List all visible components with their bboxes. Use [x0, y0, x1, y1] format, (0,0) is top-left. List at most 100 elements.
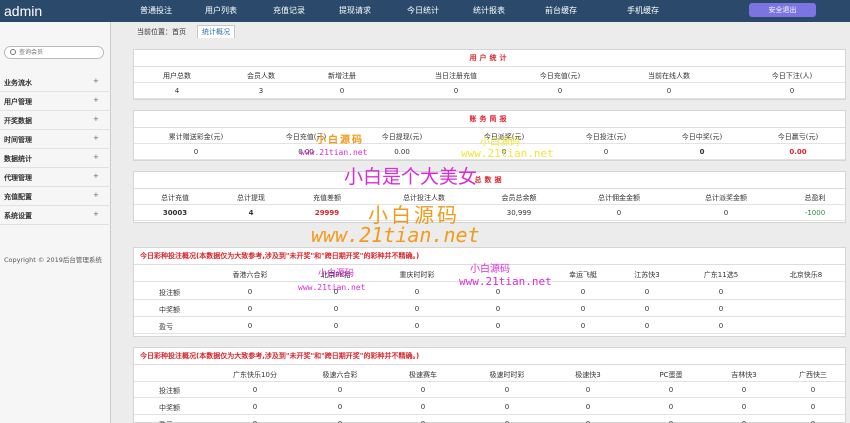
sidebar-item-label: 数据统计 — [4, 155, 32, 163]
table-cell: 0 — [580, 288, 586, 296]
table-cell: 0 — [247, 305, 253, 313]
column-header: 江苏快3 — [634, 271, 660, 279]
sidebar: 业务流水 + 用户管理 + 开奖数据 + 时间管理 + 数据统计 + 代理管理 … — [0, 22, 111, 423]
table-cell: 0 — [414, 305, 420, 313]
table-row: 4 3 0 0 0 0 0 — [134, 85, 845, 99]
sidebar-item-system-settings[interactable]: 系统设置 + — [0, 206, 111, 225]
column-header: 累计赠送彩金(元) — [168, 133, 224, 141]
nav-item-recharge[interactable]: 充值记录 — [273, 5, 305, 16]
table-row: 盈亏 0 0 0 0 0 0 0 — [134, 320, 845, 334]
plus-icon: + — [93, 134, 99, 142]
table-cell: -1000 — [804, 209, 826, 217]
column-header: 广东11选5 — [703, 271, 739, 279]
column-header: 总计充值 — [161, 194, 189, 202]
column-header: 极速快3 — [575, 371, 601, 379]
sidebar-item-transactions[interactable]: 业务流水 + — [0, 73, 111, 92]
plus-icon: + — [93, 210, 99, 218]
table-cell: 0 — [644, 322, 650, 330]
plus-icon: + — [93, 77, 99, 85]
table-cell: 0 — [810, 386, 816, 394]
search-input[interactable] — [19, 48, 99, 57]
table-cell: 0.00 — [789, 148, 807, 156]
table-cell: 0 — [699, 148, 705, 156]
table-cell: 0 — [585, 403, 591, 411]
nav-item-front-cache[interactable]: 前台缓存 — [545, 5, 577, 16]
panel-title: 今日彩种投注概况(本数据仅为大致参考,涉及到"未开奖"和"跨日期开奖"的彩种并不… — [134, 348, 845, 365]
column-header: 今日提现(元) — [381, 133, 423, 141]
table-cell: 0 — [603, 148, 609, 156]
table-row: 0 0.00 0.00 0 0 0 0.00 — [134, 146, 845, 160]
column-header: 今日充值(元) — [539, 72, 581, 80]
table-cell: 4 — [174, 87, 180, 95]
column-header: 用户总数 — [163, 72, 191, 80]
table-cell: 30,999 — [506, 209, 532, 217]
row-label: 中奖额 — [159, 306, 180, 314]
table-row: 投注额 0 0 0 0 0 0 0 — [134, 286, 845, 300]
column-header: 幸运飞艇 — [569, 271, 597, 279]
column-header: 新增注册 — [328, 72, 356, 80]
tab-stats-overview[interactable]: 统计概况 — [197, 25, 235, 38]
table-cell: 0 — [580, 305, 586, 313]
table-cell: 0 — [718, 305, 724, 313]
table-cell: 0 — [557, 87, 563, 95]
panel-title: 今日彩种投注概况(本数据仅为大致参考,涉及到"未开奖"和"跨日期开奖"的彩种并不… — [134, 248, 845, 265]
sidebar-item-recharge-config[interactable]: 充值配置 + — [0, 187, 111, 206]
nav-item-mobile-cache[interactable]: 手机缓存 — [627, 5, 659, 16]
nav-item-bet[interactable]: 普通投注 — [140, 5, 172, 16]
table-cell: 0 — [580, 322, 586, 330]
table-cell: 0 — [718, 288, 724, 296]
column-header: 吉林快3 — [731, 371, 757, 379]
table-cell: 0 — [723, 209, 729, 217]
table-cell: 0 — [644, 305, 650, 313]
column-header: 今日投注(元) — [585, 133, 627, 141]
table-cell: 0 — [337, 386, 343, 394]
totals-panel: 总数据 总计充值 总计提现 充值差额 总计投注人数 会员总余额 总计佣金金额 总… — [133, 171, 846, 223]
table-row: 中奖额 0 0 0 0 0 0 0 — [134, 303, 845, 317]
table-cell: 0 — [414, 322, 420, 330]
table-cell: 0 — [644, 288, 650, 296]
lottery-overview-panel-2: 今日彩种投注概况(本数据仅为大致参考,涉及到"未开奖"和"跨日期开奖"的彩种并不… — [133, 347, 846, 423]
table-cell: 0 — [666, 87, 672, 95]
watermark-text: www.21tian.net — [311, 223, 480, 247]
table-cell: 0.00 — [298, 148, 314, 156]
table-cell: 0 — [718, 322, 724, 330]
column-header: 总计投注人数 — [403, 194, 445, 202]
logout-button[interactable]: 安全退出 — [749, 3, 816, 17]
search-icon[interactable] — [10, 49, 16, 55]
panel-title: 账务简报 — [134, 111, 845, 128]
nav-item-reports[interactable]: 统计报表 — [473, 5, 505, 16]
nav-item-users[interactable]: 用户列表 — [205, 5, 237, 16]
sidebar-item-time-mgmt[interactable]: 时间管理 + — [0, 130, 111, 149]
table-cell: 0 — [337, 403, 343, 411]
panel-title: 总数据 — [134, 172, 845, 189]
sidebar-item-label: 时间管理 — [4, 136, 32, 144]
finance-summary-panel: 账务简报 累计赠送彩金(元) 今日充值(元) 今日提现(元) 今日派奖(元) 今… — [133, 110, 846, 161]
nav-item-withdraw[interactable]: 提现请求 — [339, 5, 371, 16]
table-cell: 0 — [741, 386, 747, 394]
table-header-row: 总计充值 总计提现 充值差额 总计投注人数 会员总余额 总计佣金金额 总计派奖金… — [134, 191, 845, 205]
sidebar-item-data-stats[interactable]: 数据统计 + — [0, 149, 111, 168]
column-header: 香港六合彩 — [232, 271, 268, 279]
column-header: 总计提现 — [237, 194, 265, 202]
top-nav-bar: admin 普通投注 用户列表 充值记录 提现请求 今日统计 统计报表 前台缓存… — [0, 0, 850, 22]
user-stats-panel: 用户统计 用户总数 会员人数 新增注册 当日注册充值 今日充值(元) 当前在线人… — [133, 49, 846, 100]
plus-icon: + — [93, 96, 99, 104]
sidebar-item-label: 充值配置 — [4, 193, 32, 201]
column-header: 会员总余额 — [501, 194, 537, 202]
nav-item-today-stats[interactable]: 今日统计 — [407, 5, 439, 16]
plus-icon: + — [93, 172, 99, 180]
column-header: 广西快三 — [799, 371, 827, 379]
table-cell: 0 — [616, 209, 622, 217]
sidebar-item-draw-data[interactable]: 开奖数据 + — [0, 111, 111, 130]
lottery-overview-panel-1: 今日彩种投注概况(本数据仅为大致参考,涉及到"未开奖"和"跨日期开奖"的彩种并不… — [133, 247, 846, 337]
sidebar-item-agents[interactable]: 代理管理 + — [0, 168, 111, 187]
table-cell: 0 — [333, 322, 339, 330]
table-header-row: 香港六合彩 北京PK拾 重庆时时彩 幸运飞艇 江苏快3 广东11选5 北京快乐8 — [134, 268, 845, 282]
sidebar-item-label: 开奖数据 — [4, 117, 32, 125]
table-cell: 0 — [252, 386, 258, 394]
table-cell: 0 — [453, 87, 459, 95]
sidebar-item-user-mgmt[interactable]: 用户管理 + — [0, 92, 111, 111]
column-header: 充值差额 — [313, 194, 341, 202]
column-header: 当日注册充值 — [435, 72, 477, 80]
column-header: 广东快乐10分 — [233, 371, 277, 379]
